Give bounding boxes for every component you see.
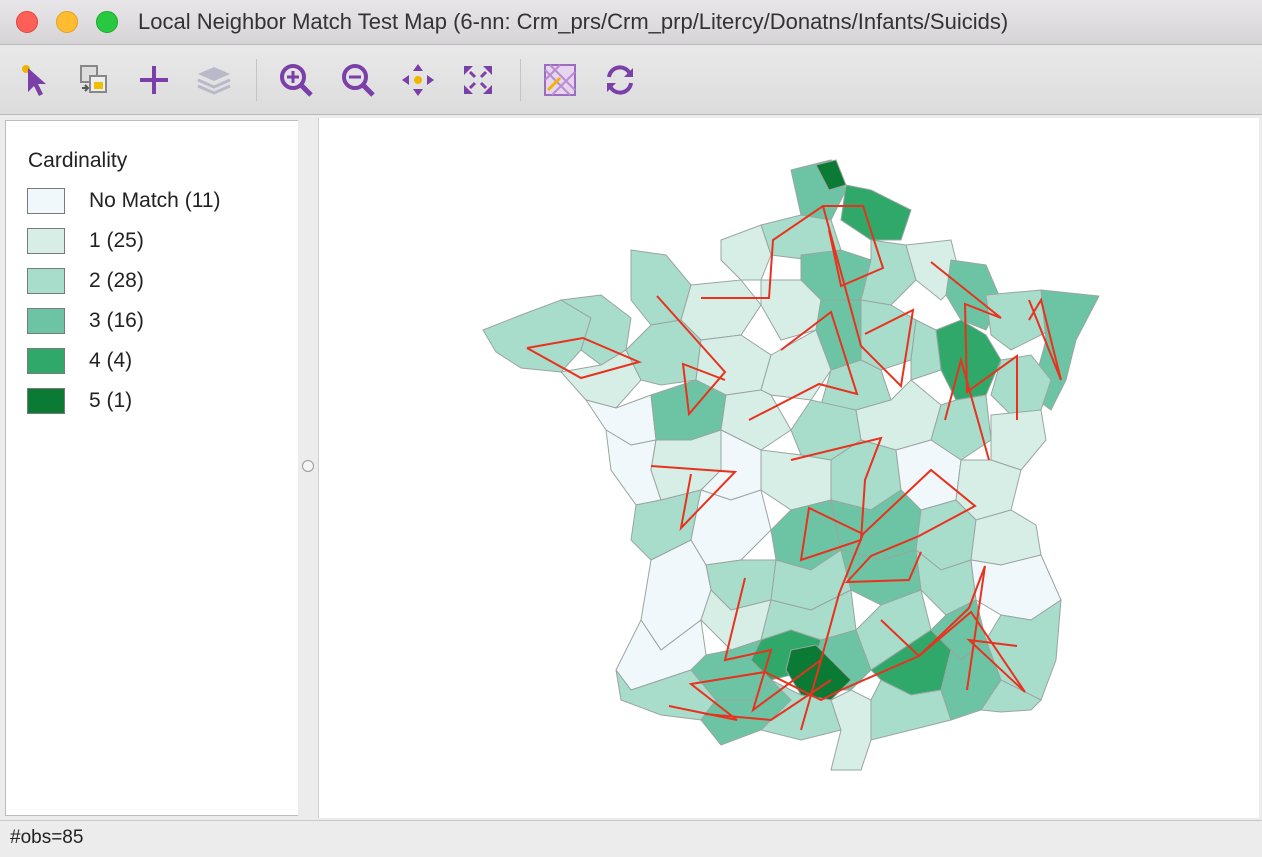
status-bar: #obs=85	[0, 820, 1262, 857]
map-region	[970, 509, 1042, 566]
legend-title: Cardinality	[28, 149, 128, 172]
departments-layer	[482, 159, 1100, 771]
toolbar-separator	[520, 59, 521, 101]
map-basemap-icon[interactable]	[540, 60, 580, 100]
close-window-button[interactable]	[16, 11, 38, 33]
map-region	[680, 279, 762, 341]
toolbar	[0, 45, 1262, 115]
add-layer-icon[interactable]	[134, 60, 174, 100]
copy-image-icon[interactable]	[74, 60, 114, 100]
map-canvas[interactable]	[318, 118, 1259, 818]
map-region	[690, 489, 772, 566]
observation-count: #obs=85	[10, 827, 84, 848]
map-region	[720, 224, 772, 281]
maximize-window-button[interactable]	[96, 11, 118, 33]
map-region	[630, 249, 692, 326]
legend-swatch	[27, 268, 65, 294]
minimize-window-button[interactable]	[56, 11, 78, 33]
map-region	[840, 184, 912, 241]
legend-swatch	[27, 348, 65, 374]
title-bar: Local Neighbor Match Test Map (6-nn: Crm…	[0, 0, 1262, 45]
legend-label: 1 (25)	[89, 229, 144, 252]
zoom-out-icon[interactable]	[338, 60, 378, 100]
refresh-icon[interactable]	[600, 60, 640, 100]
legend-swatch	[27, 228, 65, 254]
map-region	[990, 409, 1047, 471]
window-title: Local Neighbor Match Test Map (6-nn: Crm…	[138, 9, 1009, 34]
map-region	[860, 299, 917, 371]
panel-splitter[interactable]	[298, 118, 318, 818]
map-region	[482, 299, 592, 373]
pan-icon[interactable]	[398, 60, 438, 100]
legend-label: 2 (28)	[89, 269, 144, 292]
legend-label: No Match (11)	[89, 189, 221, 212]
legend-label: 3 (16)	[89, 309, 144, 332]
splitter-handle[interactable]	[302, 460, 314, 472]
toolbar-separator	[256, 59, 257, 101]
legend-swatch	[27, 388, 65, 414]
map-region	[695, 334, 772, 396]
legend-label: 5 (1)	[89, 389, 133, 412]
map-region	[910, 319, 942, 381]
legend-swatch	[27, 188, 65, 214]
legend-panel: Cardinality No Match (11) 1 (25) 2 (28) …	[5, 120, 299, 816]
layers-icon[interactable]	[194, 60, 234, 100]
france-map	[482, 159, 1100, 771]
legend-label: 4 (4)	[89, 349, 133, 372]
full-extent-icon[interactable]	[458, 60, 498, 100]
legend-swatch	[27, 308, 65, 334]
zoom-in-icon[interactable]	[276, 60, 316, 100]
select-tool-icon[interactable]	[16, 60, 56, 100]
